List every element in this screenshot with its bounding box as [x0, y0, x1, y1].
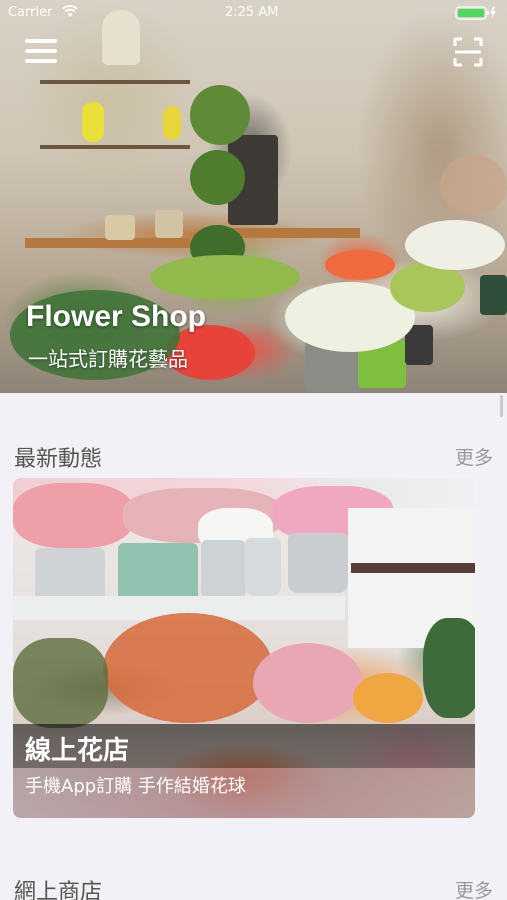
- card-title: 線上花店: [25, 736, 130, 766]
- shop-more-link[interactable]: 更多: [455, 876, 493, 900]
- pot-decoration: [480, 275, 507, 315]
- pot-decoration: [155, 210, 183, 238]
- shop-section-header: 網上商店 更多: [0, 870, 507, 900]
- plant-decoration: [190, 150, 245, 205]
- hero-subtitle: 一站式訂購花藝品: [28, 347, 188, 371]
- flower-decoration: [150, 255, 300, 300]
- menu-line: [25, 59, 57, 63]
- pot-decoration: [105, 215, 135, 240]
- plant-decoration: [423, 618, 475, 718]
- news-section-header: 最新動態 更多: [0, 437, 507, 473]
- flower-decoration: [353, 673, 423, 723]
- news-section-title: 最新動態: [14, 447, 103, 472]
- flower-decoration: [325, 250, 395, 280]
- table-decoration: [225, 228, 360, 238]
- carrier-label: Carrier: [8, 5, 53, 20]
- hero-title: Flower Shop: [26, 300, 206, 333]
- news-more-link[interactable]: 更多: [455, 443, 493, 470]
- qr-scan-icon[interactable]: [453, 37, 483, 67]
- battery-icon: [455, 6, 496, 20]
- card-subtitle: 手機App訂購 手作結婚花球: [25, 776, 246, 797]
- menu-line: [25, 49, 57, 53]
- status-time: 2:25 AM: [225, 5, 279, 20]
- flower-decoration: [253, 643, 363, 723]
- hero-banner[interactable]: Carrier 2:25 AM Flower Shop 一站式訂購花藝品: [0, 0, 507, 393]
- status-bar: Carrier 2:25 AM: [0, 0, 507, 26]
- bucket-decoration: [288, 533, 348, 593]
- vase-decoration: [82, 102, 104, 142]
- plant-decoration: [13, 638, 108, 728]
- counter-decoration: [351, 563, 475, 573]
- flower-decoration: [13, 483, 133, 548]
- app-screen: Carrier 2:25 AM Flower Shop 一站式訂購花藝品 最新動…: [0, 0, 507, 900]
- flower-decoration: [440, 155, 507, 215]
- bucket-decoration: [201, 540, 246, 600]
- menu-line: [25, 39, 57, 43]
- flower-decoration: [405, 220, 505, 270]
- hamburger-menu-button[interactable]: [25, 37, 57, 65]
- shop-section-title: 網上商店: [14, 880, 103, 900]
- scroll-indicator[interactable]: [500, 395, 503, 417]
- news-card[interactable]: 線上花店 手機App訂購 手作結婚花球: [13, 478, 475, 818]
- bucket-decoration: [245, 538, 281, 596]
- wifi-icon: [62, 5, 78, 17]
- flower-decoration: [103, 613, 273, 723]
- vase-decoration: [163, 106, 181, 140]
- plant-decoration: [190, 85, 250, 145]
- shelf-decoration: [40, 80, 190, 84]
- shelf-decoration: [40, 145, 190, 149]
